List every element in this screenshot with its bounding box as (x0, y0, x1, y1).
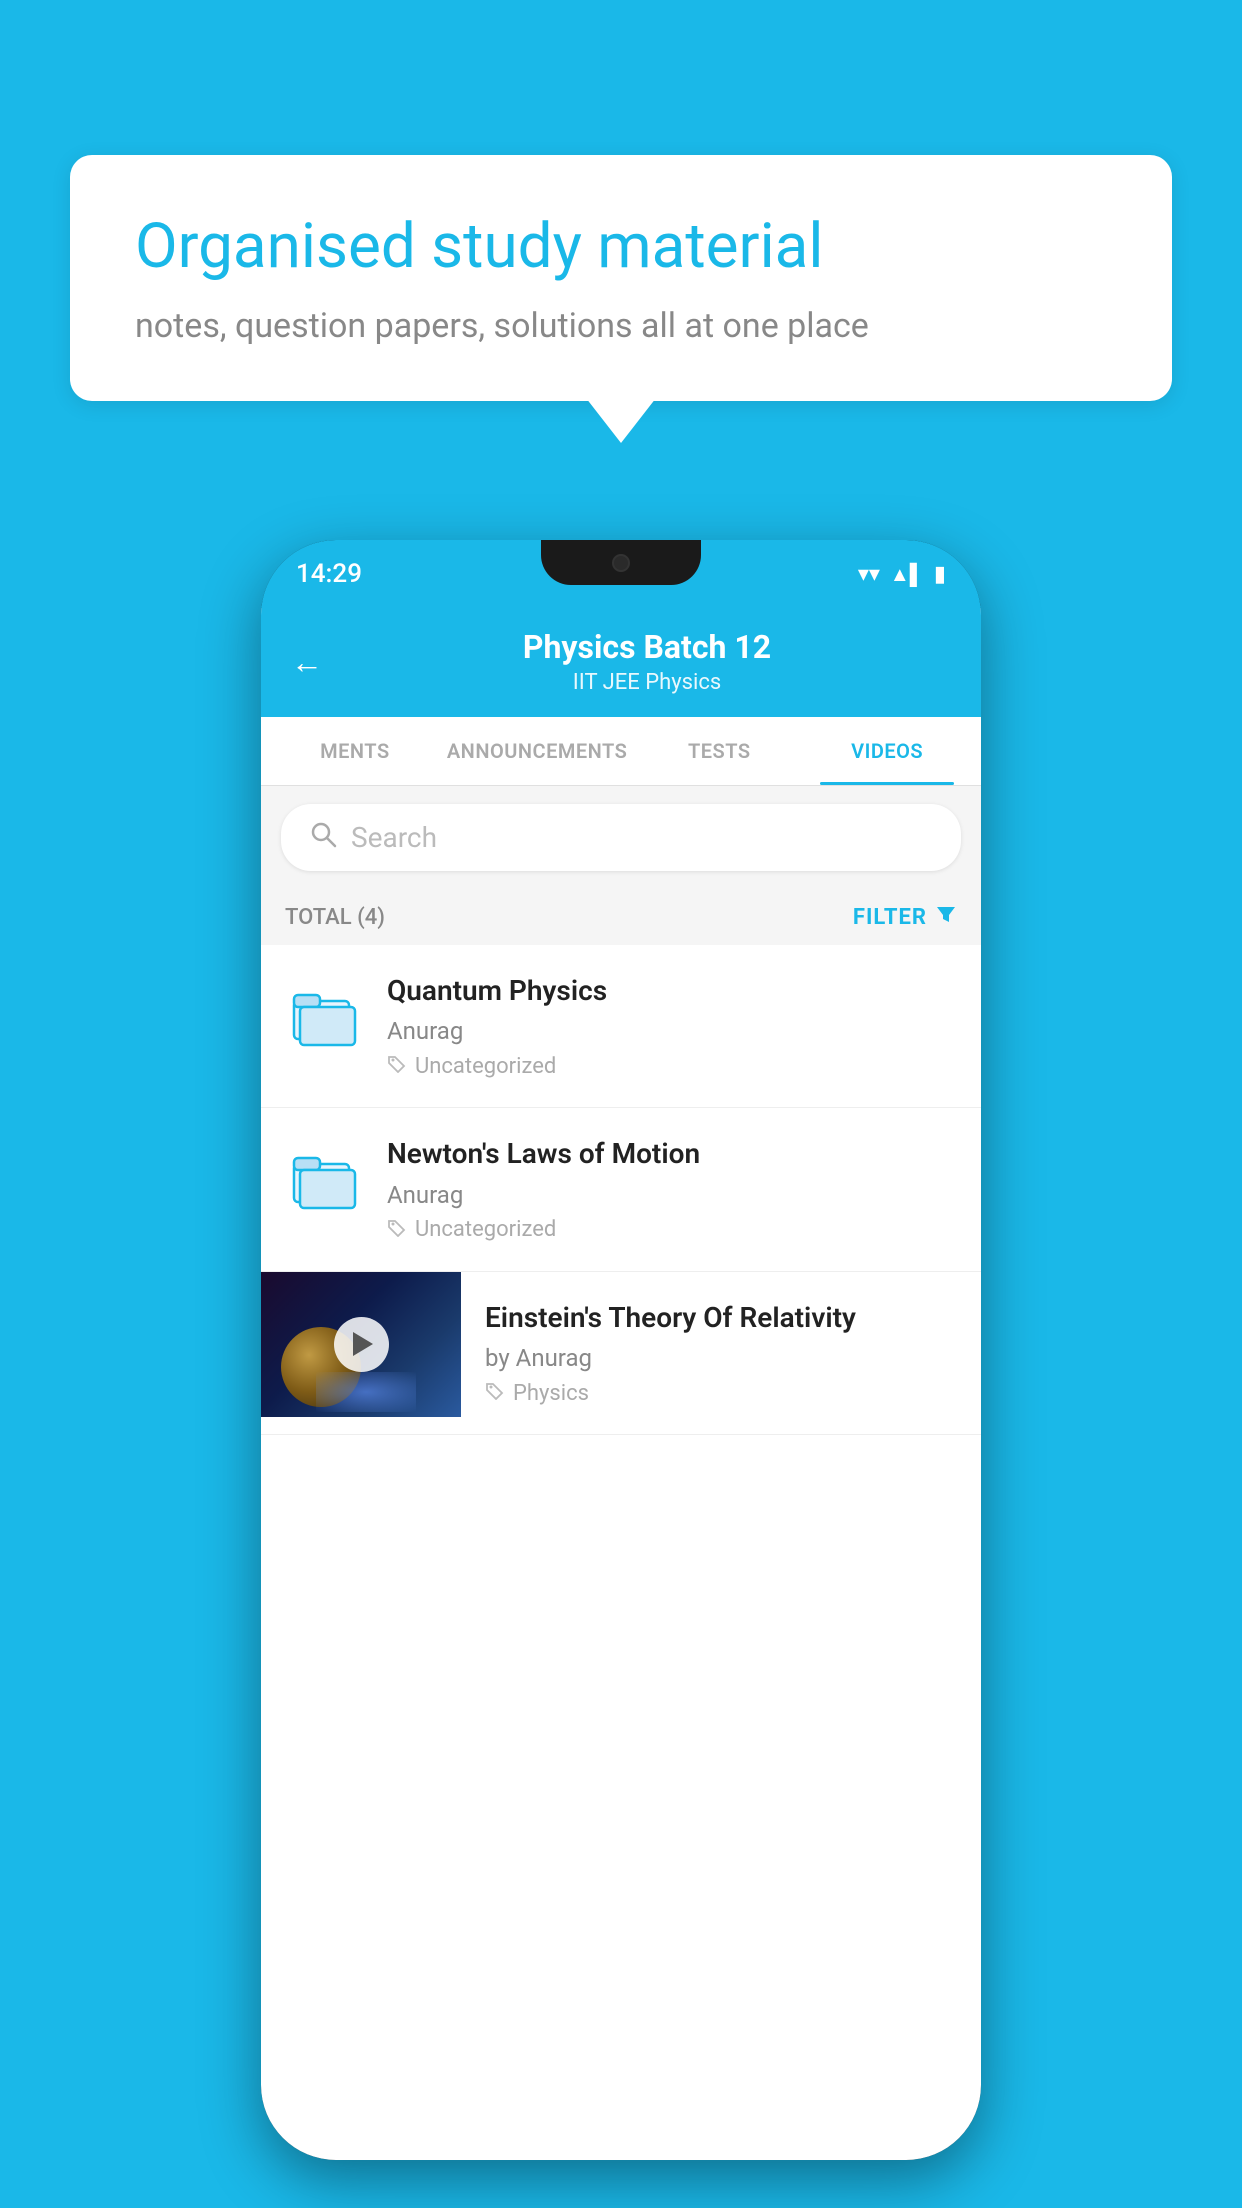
status-icons: ▾▾ ▲▌ ▮ (858, 562, 946, 587)
filter-row: TOTAL (4) FILTER (261, 889, 981, 945)
back-button[interactable]: ← (291, 643, 323, 681)
filter-icon (935, 903, 957, 931)
play-button[interactable] (334, 1317, 389, 1372)
status-time: 14:29 (296, 559, 362, 589)
video-info: Quantum Physics Anurag Uncategorized (387, 973, 957, 1079)
search-bar[interactable]: Search (281, 804, 961, 871)
total-count: TOTAL (4) (285, 905, 385, 930)
search-icon (309, 820, 337, 855)
list-item[interactable]: Einstein's Theory Of Relativity by Anura… (261, 1272, 981, 1435)
video-title: Quantum Physics (387, 973, 957, 1009)
tag-label: Uncategorized (415, 1054, 556, 1079)
list-item[interactable]: Quantum Physics Anurag Uncategorized (261, 945, 981, 1108)
header-subtitle: IIT JEE Physics (343, 670, 951, 695)
video-thumbnail (261, 1272, 461, 1417)
video-info: Einstein's Theory Of Relativity by Anura… (461, 1272, 981, 1434)
tabs: MENTS ANNOUNCEMENTS TESTS VIDEOS (261, 717, 981, 786)
search-input[interactable]: Search (351, 821, 437, 854)
phone-frame: 14:29 ▾▾ ▲▌ ▮ ← Physics Batch 12 IIT JEE… (261, 540, 981, 2160)
speech-bubble-title: Organised study material (135, 210, 1107, 284)
tag-icon (485, 1380, 505, 1406)
tab-tests[interactable]: TESTS (635, 717, 803, 785)
video-list: Quantum Physics Anurag Uncategorized (261, 945, 981, 1435)
header-title: Physics Batch 12 (343, 628, 951, 666)
filter-label: FILTER (853, 905, 927, 930)
video-title: Newton's Laws of Motion (387, 1136, 957, 1172)
search-container: Search (261, 786, 981, 889)
play-triangle-icon (353, 1332, 373, 1356)
video-author: Anurag (387, 1017, 957, 1045)
tag-label: Physics (513, 1381, 589, 1406)
list-item[interactable]: Newton's Laws of Motion Anurag Uncategor… (261, 1108, 981, 1271)
video-info: Newton's Laws of Motion Anurag Uncategor… (387, 1136, 957, 1242)
tag-label: Uncategorized (415, 1217, 556, 1242)
speech-bubble: Organised study material notes, question… (70, 155, 1172, 401)
folder-icon (285, 973, 365, 1058)
video-tag: Uncategorized (387, 1217, 957, 1243)
video-author: by Anurag (485, 1344, 957, 1372)
tab-ments[interactable]: MENTS (271, 717, 439, 785)
video-tag: Uncategorized (387, 1053, 957, 1079)
battery-icon: ▮ (934, 562, 946, 587)
tag-icon (387, 1053, 407, 1079)
tab-announcements[interactable]: ANNOUNCEMENTS (439, 717, 636, 785)
video-tag: Physics (485, 1380, 957, 1406)
filter-button[interactable]: FILTER (853, 903, 957, 931)
glow-decoration (316, 1372, 416, 1412)
phone-content: ← Physics Batch 12 IIT JEE Physics MENTS… (261, 608, 981, 2160)
folder-icon (285, 1136, 365, 1221)
video-title: Einstein's Theory Of Relativity (485, 1300, 957, 1336)
speech-bubble-subtitle: notes, question papers, solutions all at… (135, 306, 1107, 346)
tab-videos[interactable]: VIDEOS (803, 717, 971, 785)
camera-dot (612, 554, 630, 572)
header-center: Physics Batch 12 IIT JEE Physics (343, 628, 951, 695)
tag-icon (387, 1217, 407, 1243)
video-author: Anurag (387, 1181, 957, 1209)
app-header: ← Physics Batch 12 IIT JEE Physics (261, 608, 981, 717)
notch (541, 540, 701, 585)
signal-icon: ▲▌ (890, 562, 924, 587)
wifi-icon: ▾▾ (858, 562, 880, 587)
